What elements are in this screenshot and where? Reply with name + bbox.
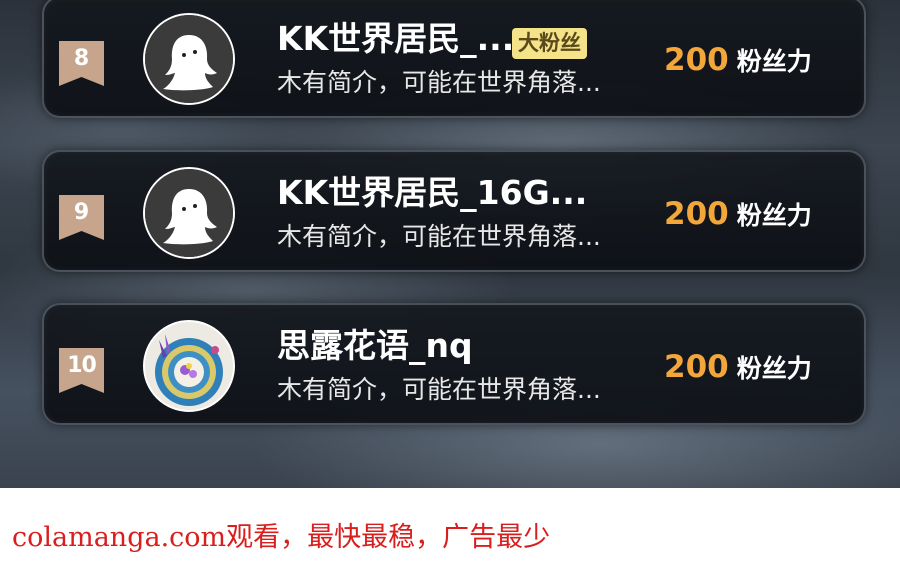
watermark-footer: colamanga.com观看，最快最稳，广告最少: [12, 522, 551, 553]
leaderboard-entry[interactable]: 8 KK世界居民_... 大粉丝 木有简介，可能在世界角落... 200 粉丝力: [42, 0, 866, 118]
score-value: 200: [664, 42, 729, 78]
score-unit: 粉丝力: [736, 354, 812, 383]
user-bio: 木有简介，可能在世界角落...: [277, 222, 601, 251]
username[interactable]: 思露花语_nq: [277, 326, 473, 366]
ghost-avatar-icon[interactable]: [143, 167, 235, 259]
rank-tag: 10: [59, 348, 104, 393]
leaderboard-entry[interactable]: 10 思露花语_nq 木有简介，可能在世界角落... 200 粉丝力: [42, 303, 866, 425]
fan-power-score: 200 粉丝力: [664, 196, 812, 232]
leaderboard-panel: 8 KK世界居民_... 大粉丝 木有简介，可能在世界角落... 200 粉丝力 …: [0, 0, 900, 488]
score-value: 200: [664, 349, 729, 385]
fan-power-score: 200 粉丝力: [664, 349, 812, 385]
fan-power-score: 200 粉丝力: [664, 42, 812, 78]
user-bio: 木有简介，可能在世界角落...: [277, 68, 601, 97]
rank-tag: 9: [59, 195, 104, 240]
score-unit: 粉丝力: [736, 47, 812, 76]
score-unit: 粉丝力: [736, 201, 812, 230]
leaderboard-entry[interactable]: 9 KK世界居民_16G... 木有简介，可能在世界角落... 200 粉丝力: [42, 150, 866, 272]
score-value: 200: [664, 196, 729, 232]
flower-cup-avatar-icon[interactable]: [143, 320, 235, 412]
fan-level-badge: 大粉丝: [512, 28, 587, 59]
user-bio: 木有简介，可能在世界角落...: [277, 375, 601, 404]
username[interactable]: KK世界居民_16G...: [277, 173, 587, 213]
rank-tag: 8: [59, 41, 104, 86]
username[interactable]: KK世界居民_...: [277, 19, 514, 59]
ghost-avatar-icon[interactable]: [143, 13, 235, 105]
